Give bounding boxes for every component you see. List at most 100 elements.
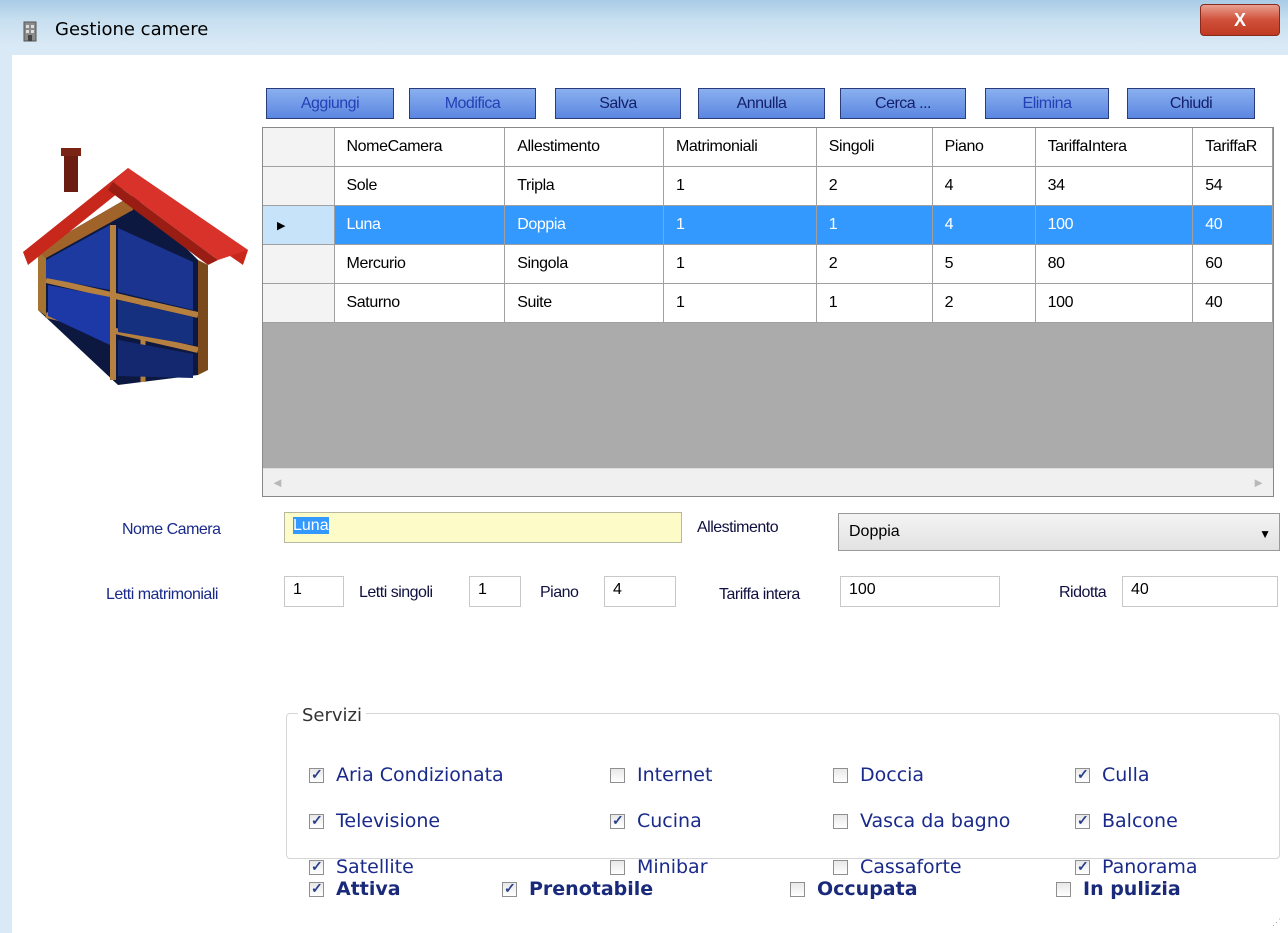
checkbox-box[interactable] (1056, 881, 1071, 897)
delete-button[interactable]: Elimina (985, 88, 1109, 119)
prenotabile-checkbox[interactable]: Prenotabile (502, 878, 653, 900)
checkbox-box[interactable] (610, 859, 625, 875)
checkbox-box[interactable] (610, 767, 625, 783)
checkbox-box[interactable] (833, 767, 848, 783)
close-form-button[interactable]: Chiudi (1127, 88, 1255, 119)
table-cell[interactable]: Mercurio (334, 244, 506, 284)
allestimento-select[interactable]: Doppia ▼ (838, 513, 1280, 551)
row-header[interactable] (263, 166, 335, 206)
table-row[interactable]: Saturno Suite 1 1 2 100 40 (263, 283, 1273, 323)
resize-grip-icon[interactable]: ⋰ (1272, 917, 1282, 927)
column-header[interactable]: TariffaR (1192, 128, 1273, 167)
title-bar[interactable]: Gestione camere X (0, 0, 1288, 60)
televisione-checkbox[interactable]: Televisione (309, 810, 440, 832)
checkbox-box[interactable] (1075, 858, 1090, 875)
save-button[interactable]: Salva (555, 88, 681, 119)
table-cell[interactable]: 2 (932, 283, 1036, 323)
table-cell[interactable]: 4 (932, 166, 1036, 206)
table-cell[interactable]: 34 (1035, 166, 1194, 206)
rooms-grid[interactable]: NomeCamera Allestimento Matrimoniali Sin… (262, 127, 1274, 497)
table-cell[interactable]: 2 (816, 166, 933, 206)
search-button[interactable]: Cerca ... (840, 88, 966, 119)
row-header[interactable] (263, 283, 335, 323)
column-header[interactable]: TariffaIntera (1035, 128, 1194, 167)
table-cell[interactable]: 100 (1035, 205, 1194, 245)
add-button[interactable]: Aggiungi (266, 88, 394, 119)
letti-singoli-input[interactable]: 1 (469, 576, 521, 607)
table-cell[interactable]: 1 (663, 166, 817, 206)
balcone-checkbox[interactable]: Balcone (1075, 810, 1178, 832)
horizontal-scrollbar[interactable]: ◄ ► (263, 468, 1273, 496)
checkbox-box[interactable] (309, 880, 324, 897)
column-header[interactable]: Matrimoniali (663, 128, 817, 167)
checkbox-box[interactable] (1075, 766, 1090, 783)
nome-camera-input[interactable]: Luna (284, 512, 682, 543)
checkbox-box[interactable] (833, 813, 848, 829)
checkbox-box[interactable] (309, 858, 324, 875)
table-row[interactable]: Sole Tripla 1 2 4 34 54 (263, 166, 1273, 206)
checkbox-box[interactable] (502, 880, 517, 897)
letti-singoli-label: Letti singoli (359, 584, 433, 601)
edit-button[interactable]: Modifica (409, 88, 536, 119)
close-button[interactable]: X (1200, 4, 1280, 36)
ridotta-input[interactable]: 40 (1122, 576, 1278, 607)
in-pulizia-checkbox[interactable]: In pulizia (1056, 878, 1181, 900)
chevron-down-icon[interactable]: ▼ (1259, 527, 1271, 541)
table-cell[interactable]: Luna (334, 205, 506, 245)
table-cell[interactable]: 1 (816, 283, 933, 323)
checkbox-box[interactable] (833, 859, 848, 875)
table-cell[interactable]: Tripla (504, 166, 664, 206)
scroll-left-icon[interactable]: ◄ (271, 475, 284, 490)
aria-condizionata-checkbox[interactable]: Aria Condizionata (309, 764, 504, 786)
table-cell[interactable]: 4 (932, 205, 1036, 245)
column-header[interactable]: Singoli (816, 128, 933, 167)
table-cell[interactable]: 100 (1035, 283, 1194, 323)
table-cell[interactable]: 5 (932, 244, 1036, 284)
checkbox-box[interactable] (1075, 812, 1090, 829)
letti-matrimoniali-input[interactable]: 1 (284, 576, 344, 607)
panorama-checkbox[interactable]: Panorama (1075, 856, 1198, 878)
column-header[interactable]: NomeCamera (334, 128, 506, 167)
table-cell[interactable]: Singola (504, 244, 664, 284)
cancel-button[interactable]: Annulla (698, 88, 825, 119)
scroll-right-icon[interactable]: ► (1252, 475, 1265, 490)
table-cell[interactable]: 2 (816, 244, 933, 284)
table-cell[interactable]: 1 (663, 283, 817, 323)
doccia-checkbox[interactable]: Doccia (833, 764, 924, 786)
tariffa-intera-input[interactable]: 100 (840, 576, 1000, 607)
piano-input[interactable]: 4 (604, 576, 676, 607)
row-header[interactable]: ▶ (263, 205, 335, 245)
table-cell[interactable]: 54 (1192, 166, 1273, 206)
internet-checkbox[interactable]: Internet (610, 764, 712, 786)
table-cell[interactable]: 40 (1192, 283, 1273, 323)
checkbox-box[interactable] (309, 812, 324, 829)
checkbox-box[interactable] (309, 766, 324, 783)
column-header[interactable]: Piano (932, 128, 1036, 167)
table-cell[interactable]: 1 (663, 244, 817, 284)
occupata-checkbox[interactable]: Occupata (790, 878, 918, 900)
table-cell[interactable]: 40 (1192, 205, 1273, 245)
table-cell[interactable]: 1 (663, 205, 817, 245)
row-header[interactable] (263, 244, 335, 284)
tariffa-intera-label: Tariffa intera (719, 586, 800, 603)
vasca-da-bagno-checkbox[interactable]: Vasca da bagno (833, 810, 1010, 832)
table-cell[interactable]: Saturno (334, 283, 506, 323)
minibar-checkbox[interactable]: Minibar (610, 856, 708, 878)
table-cell[interactable]: Sole (334, 166, 506, 206)
column-header[interactable]: Allestimento (504, 128, 664, 167)
cassaforte-checkbox[interactable]: Cassaforte (833, 856, 962, 878)
culla-checkbox[interactable]: Culla (1075, 764, 1150, 786)
servizi-group (286, 713, 1280, 859)
table-cell[interactable]: 60 (1192, 244, 1273, 284)
table-row-selected[interactable]: ▶ Luna Doppia 1 1 4 100 40 (263, 205, 1273, 245)
table-row[interactable]: Mercurio Singola 1 2 5 80 60 (263, 244, 1273, 284)
table-cell[interactable]: 80 (1035, 244, 1194, 284)
table-cell[interactable]: 1 (816, 205, 933, 245)
cucina-checkbox[interactable]: Cucina (610, 810, 702, 832)
satellite-checkbox[interactable]: Satellite (309, 856, 414, 878)
table-cell[interactable]: Doppia (504, 205, 664, 245)
table-cell[interactable]: Suite (504, 283, 664, 323)
attiva-checkbox[interactable]: Attiva (309, 878, 401, 900)
checkbox-box[interactable] (790, 881, 805, 897)
checkbox-box[interactable] (610, 812, 625, 829)
